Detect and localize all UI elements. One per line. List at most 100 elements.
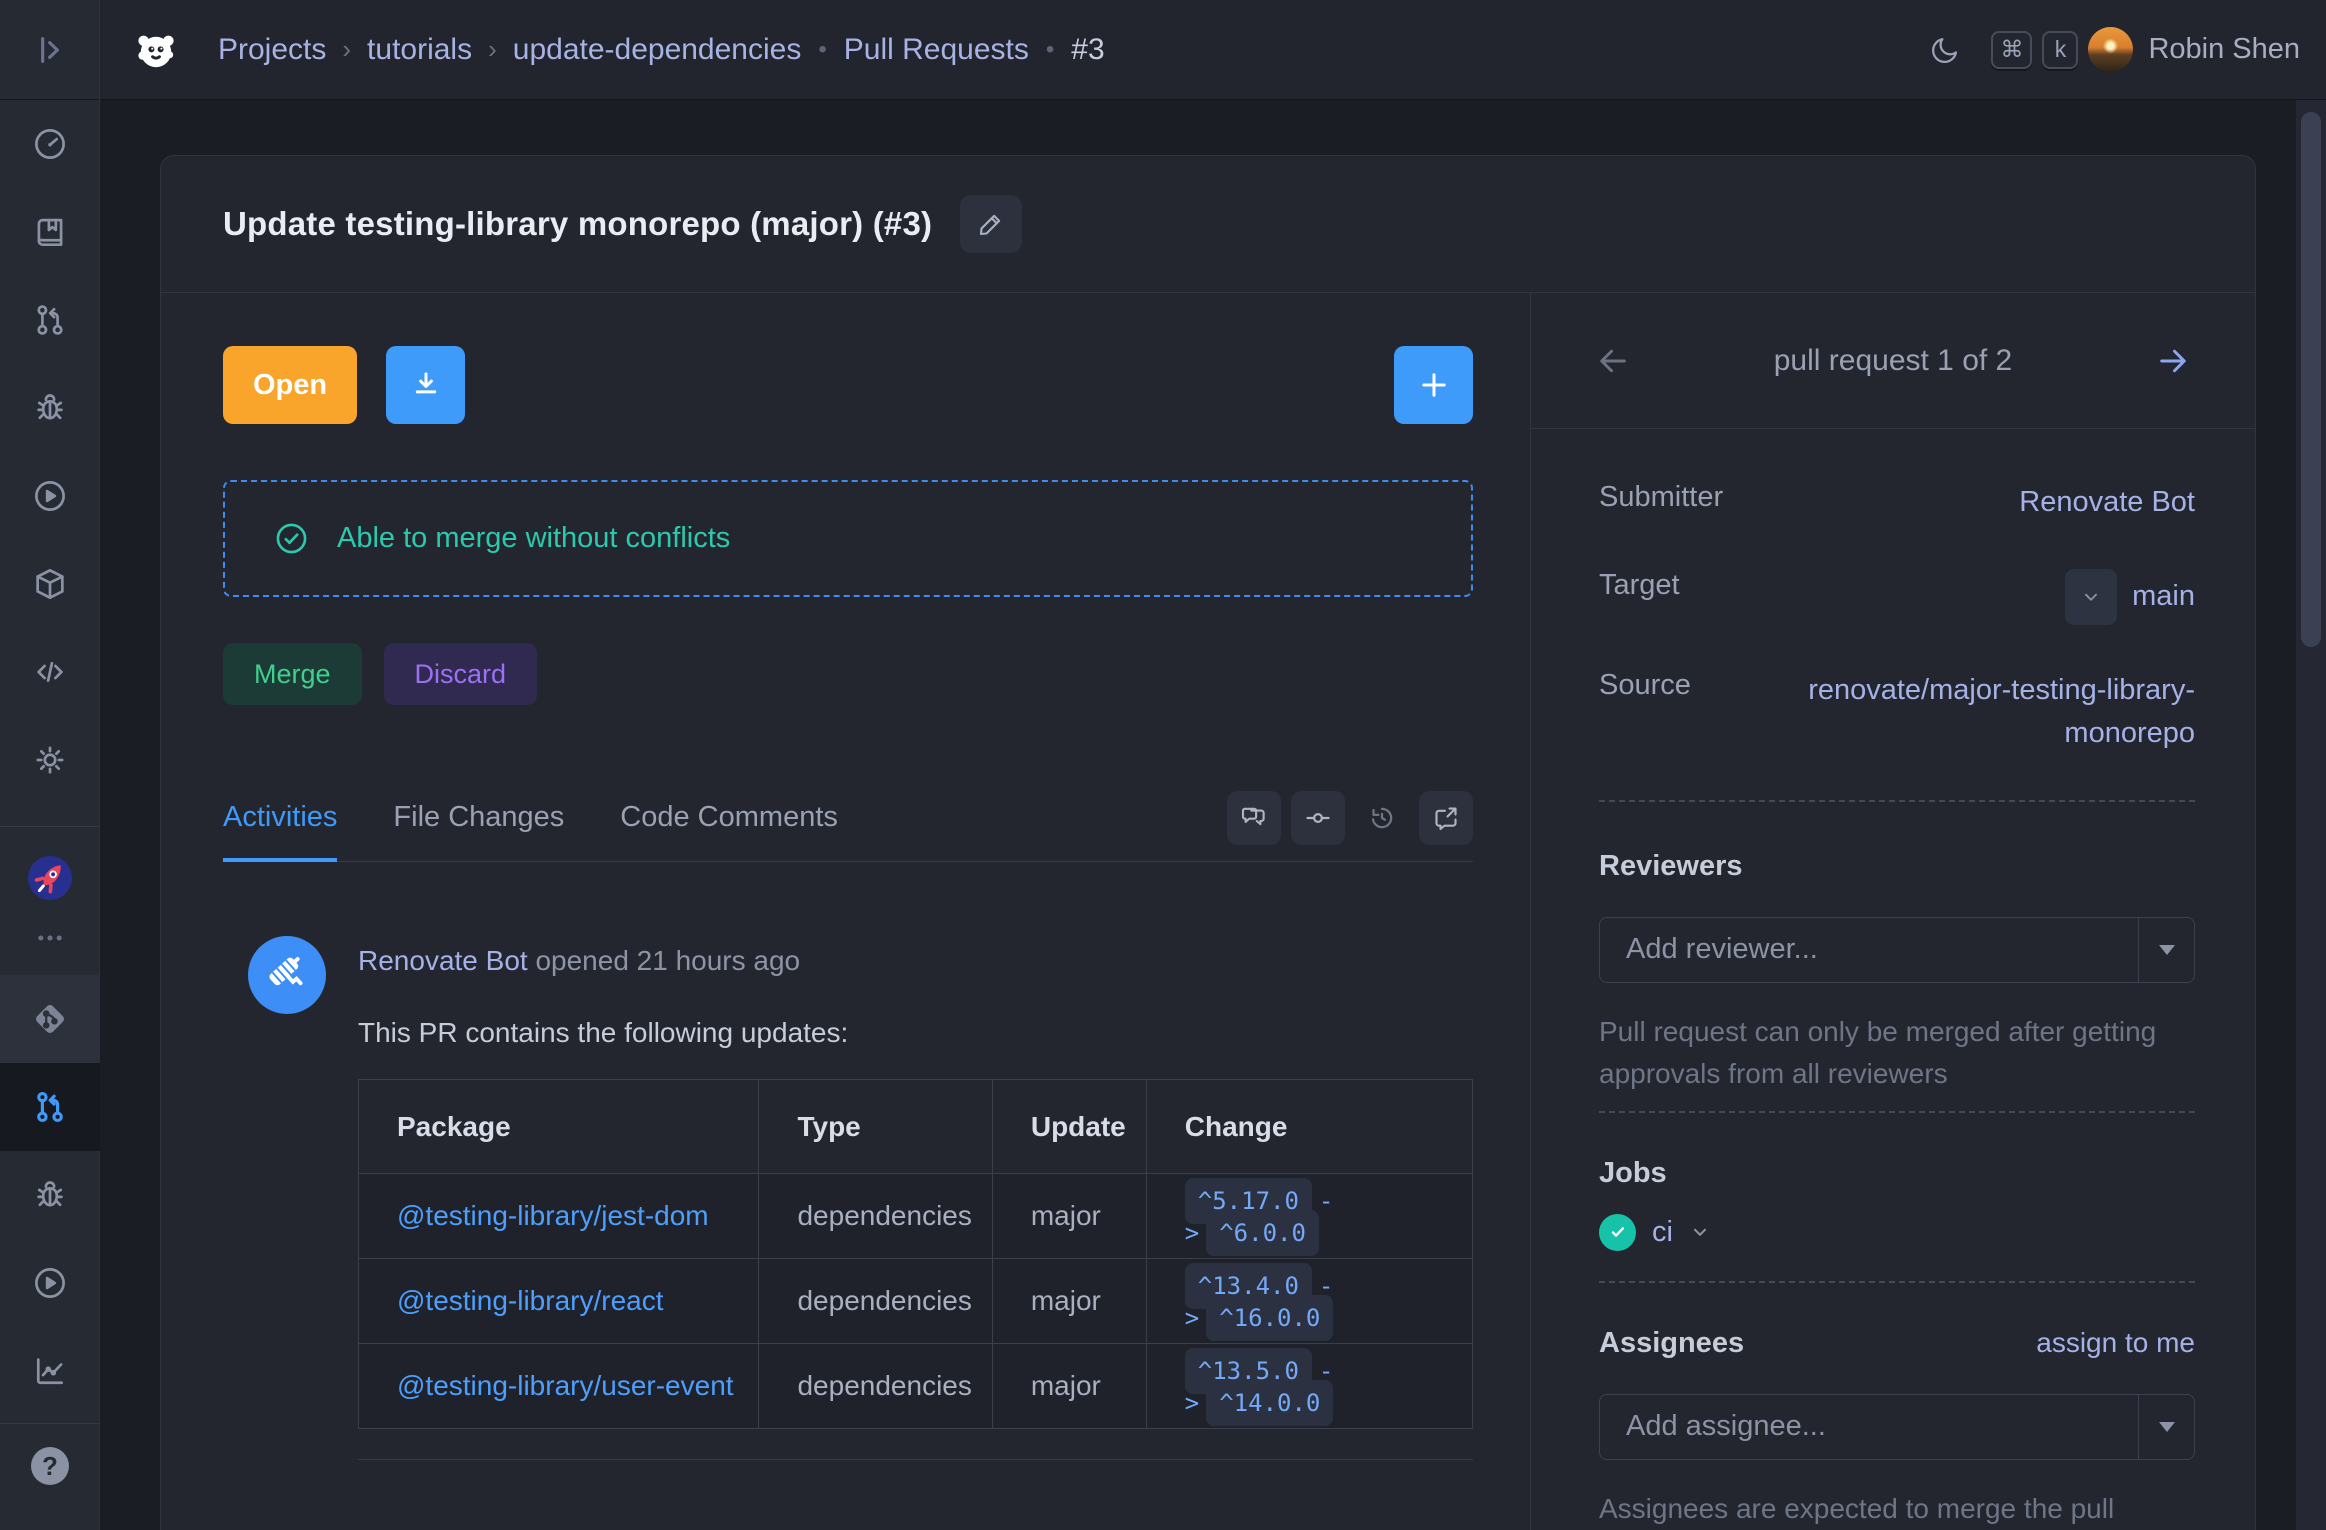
sidebar-item-docs[interactable] <box>0 188 100 276</box>
sidebar-item-code[interactable] <box>0 628 100 716</box>
pull-request-icon <box>31 301 69 339</box>
sidebar-item-project-builds[interactable] <box>0 1239 100 1327</box>
sidebar-expand-icon[interactable] <box>30 30 70 70</box>
previous-pr-button[interactable] <box>1595 343 1631 379</box>
pr-pagination-text: pull request 1 of 2 <box>1631 344 2155 378</box>
dropdown-caret-icon <box>2138 1395 2194 1459</box>
tab-file-changes[interactable]: File Changes <box>393 801 564 862</box>
sidebar-item-project-pull-requests[interactable] <box>0 1063 100 1151</box>
merge-status-text: Able to merge without conflicts <box>337 522 730 555</box>
history-clock-icon <box>1367 803 1397 833</box>
update-cell: major <box>992 1259 1146 1344</box>
sidebar-project-more[interactable] <box>0 915 100 961</box>
user-avatar[interactable] <box>2088 27 2133 72</box>
breadcrumb-group[interactable]: tutorials <box>367 33 472 67</box>
sidebar-item-project-stats[interactable] <box>0 1327 100 1415</box>
book-icon <box>31 213 69 251</box>
bug-icon <box>31 1176 69 1214</box>
scrollbar-thumb[interactable] <box>2301 112 2321 647</box>
col-header-change: Change <box>1146 1080 1472 1174</box>
toggle-comments-button[interactable] <box>1227 791 1281 845</box>
rocket-icon <box>26 854 74 902</box>
author-link[interactable]: Renovate Bot <box>358 945 528 976</box>
package-link[interactable]: @testing-library/react <box>397 1285 664 1316</box>
toggle-commits-button[interactable] <box>1291 791 1345 845</box>
paint-roller-icon <box>261 949 313 1001</box>
sidebar-item-pull-requests[interactable] <box>0 276 100 364</box>
arrow-right-icon <box>2155 343 2191 379</box>
play-circle-icon <box>31 1264 69 1302</box>
package-link[interactable]: @testing-library/user-event <box>397 1370 734 1401</box>
add-reviewer-select[interactable]: Add reviewer... <box>1599 917 2195 983</box>
activity-entry: Renovate Bot opened 21 hours ago This PR… <box>248 936 1473 1460</box>
chart-icon <box>31 1352 69 1390</box>
chevron-down-icon[interactable] <box>1689 1221 1711 1243</box>
dark-mode-toggle-icon[interactable] <box>1929 34 1961 66</box>
download-patch-button[interactable] <box>386 346 465 424</box>
table-row: @testing-library/react dependencies majo… <box>359 1259 1473 1344</box>
tab-activities[interactable]: Activities <box>223 801 337 862</box>
package-link[interactable]: @testing-library/jest-dom <box>397 1200 709 1231</box>
sidebar-item-settings[interactable] <box>0 716 100 804</box>
package-icon <box>31 565 69 603</box>
git-icon <box>31 1000 69 1038</box>
dashed-divider <box>1599 1281 2195 1283</box>
tab-code-comments[interactable]: Code Comments <box>620 801 838 862</box>
history-button[interactable] <box>1355 791 1409 845</box>
type-cell: dependencies <box>759 1174 992 1259</box>
sidebar-item-issues[interactable] <box>0 364 100 452</box>
job-success-icon <box>1599 1214 1636 1251</box>
pr-tabs: Activities File Changes Code Comments <box>223 791 1473 862</box>
breadcrumb: Projects › tutorials › update-dependenci… <box>218 33 1105 67</box>
breadcrumb-projects[interactable]: Projects <box>218 33 326 67</box>
kbd-cmd-key[interactable]: ⌘ <box>1991 31 2032 69</box>
breadcrumb-separator: › <box>472 34 513 65</box>
breadcrumb-repo[interactable]: update-dependencies <box>513 33 802 67</box>
change-cell: ^5.17.0->^6.0.0 <box>1146 1174 1472 1259</box>
breadcrumb-pull-requests[interactable]: Pull Requests <box>844 33 1029 67</box>
assign-to-me-link[interactable]: assign to me <box>2036 1327 2195 1359</box>
download-icon <box>408 367 444 403</box>
open-comment-window-button[interactable] <box>1419 791 1473 845</box>
sidebar-item-dashboard[interactable] <box>0 100 100 188</box>
renovate-bot-avatar[interactable] <box>248 936 326 1014</box>
add-comment-button[interactable] <box>1394 346 1473 424</box>
merge-status-box: Able to merge without conflicts <box>223 480 1473 597</box>
change-cell: ^13.4.0->^16.0.0 <box>1146 1259 1472 1344</box>
activity-time: opened 21 hours ago <box>528 945 800 976</box>
edit-title-button[interactable] <box>960 195 1022 253</box>
sidebar-project-avatar[interactable] <box>0 841 100 915</box>
table-row: @testing-library/jest-dom dependencies m… <box>359 1174 1473 1259</box>
status-badge: Open <box>223 346 357 424</box>
job-link[interactable]: ci <box>1652 1216 1673 1249</box>
sidebar-item-builds[interactable] <box>0 452 100 540</box>
sidebar-item-project-issues[interactable] <box>0 1151 100 1239</box>
updates-table: Package Type Update Change @testing-libr… <box>358 1079 1473 1429</box>
merge-button[interactable]: Merge <box>223 643 362 705</box>
user-name[interactable]: Robin Shen <box>2148 33 2300 66</box>
code-icon <box>31 653 69 691</box>
sidebar-item-git-code[interactable] <box>0 975 100 1063</box>
assignees-heading: Assignees <box>1599 1327 1744 1360</box>
col-header-type: Type <box>759 1080 992 1174</box>
change-cell: ^13.5.0->^14.0.0 <box>1146 1344 1472 1429</box>
sidebar-item-help[interactable] <box>0 1424 100 1508</box>
breadcrumb-separator: › <box>326 34 367 65</box>
breadcrumb-pr-number: #3 <box>1071 33 1104 67</box>
dashed-divider <box>1599 1111 2195 1113</box>
source-branch-link[interactable]: renovate/major-testing-library-monorepo <box>1750 669 2195 756</box>
app-logo-icon[interactable] <box>132 26 180 74</box>
target-branch-dropdown[interactable] <box>2065 569 2117 625</box>
submitter-link[interactable]: Renovate Bot <box>2019 481 2195 525</box>
sidebar-item-packages[interactable] <box>0 540 100 628</box>
gauge-icon <box>31 125 69 163</box>
pencil-icon <box>976 209 1006 239</box>
version-to: ^16.0.0 <box>1206 1295 1333 1341</box>
target-branch-link[interactable]: main <box>2132 575 2195 619</box>
discard-button[interactable]: Discard <box>384 643 538 705</box>
add-assignee-select[interactable]: Add assignee... <box>1599 1394 2195 1460</box>
next-pr-button[interactable] <box>2155 343 2191 379</box>
arrow-left-icon <box>1595 343 1631 379</box>
kbd-k-key[interactable]: k <box>2042 31 2078 69</box>
version-to: ^6.0.0 <box>1206 1210 1319 1256</box>
